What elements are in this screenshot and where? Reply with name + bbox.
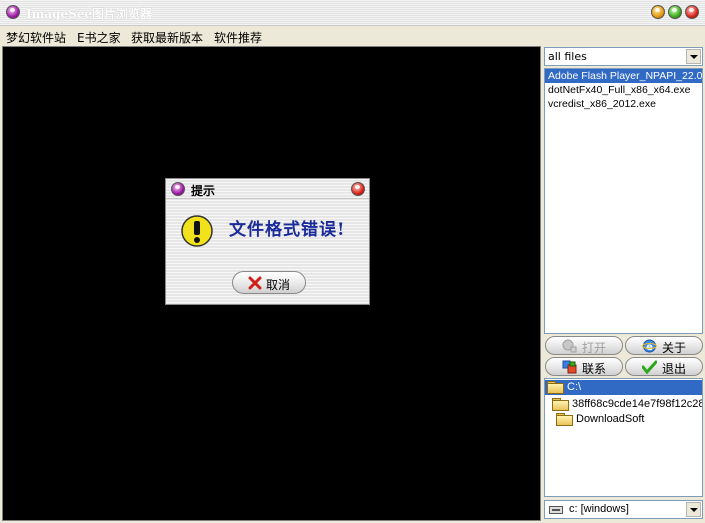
- exit-button[interactable]: 退出: [625, 357, 703, 376]
- folder-icon: [556, 413, 573, 427]
- menu-item-ebook[interactable]: E书之家: [77, 29, 121, 46]
- dialog-title-bar[interactable]: 提示: [166, 179, 369, 199]
- open-icon: [562, 339, 577, 353]
- drive-select[interactable]: c: [windows]: [544, 500, 703, 519]
- minimize-button[interactable]: [651, 5, 665, 19]
- drive-value: c: [windows]: [569, 503, 629, 515]
- close-button[interactable]: [685, 5, 699, 19]
- folder-open-icon: [552, 398, 569, 412]
- contact-button[interactable]: 联系: [545, 357, 623, 376]
- app-orb-icon[interactable]: [6, 5, 20, 19]
- menu-item-update[interactable]: 获取最新版本: [131, 29, 203, 46]
- list-item[interactable]: dotNetFx40_Full_x86_x64.exe: [545, 83, 702, 97]
- ie-globe-icon: e: [642, 339, 657, 353]
- tree-item-folder[interactable]: DownloadSoft: [556, 412, 645, 427]
- cancel-button[interactable]: 取消: [232, 271, 306, 294]
- about-button[interactable]: e 关于: [625, 336, 703, 355]
- open-button[interactable]: 打开: [545, 336, 623, 355]
- chevron-down-icon[interactable]: [686, 49, 701, 64]
- list-item[interactable]: Adobe Flash Player_NPAPI_22.0: [545, 69, 702, 83]
- dialog-orb-icon: [171, 182, 185, 196]
- directory-tree[interactable]: C:\ 38ff68c9cde14e7f98f12c28 DownloadSof…: [544, 378, 703, 497]
- folder-open-icon: [547, 381, 564, 395]
- error-dialog: 提示 文件格式错误! 取消: [165, 178, 370, 305]
- red-x-icon: [248, 276, 262, 290]
- menu-item-recommend[interactable]: 软件推荐: [214, 29, 262, 46]
- chevron-down-icon[interactable]: [686, 502, 701, 517]
- tree-item-folder[interactable]: 38ff68c9cde14e7f98f12c28: [552, 397, 702, 412]
- tree-item-root[interactable]: C:\: [545, 380, 702, 395]
- dialog-message: 文件格式错误!: [229, 220, 346, 240]
- green-check-icon: [642, 360, 657, 374]
- title-bar[interactable]: ImageSee图片浏览器: [0, 0, 705, 26]
- warning-icon: [181, 215, 213, 247]
- dialog-close-button[interactable]: [351, 182, 365, 196]
- file-filter-select[interactable]: all files: [544, 47, 703, 66]
- file-list[interactable]: Adobe Flash Player_NPAPI_22.0 dotNetFx40…: [544, 68, 703, 334]
- window-title: ImageSee图片浏览器: [26, 7, 153, 21]
- menu-item-site[interactable]: 梦幻软件站: [6, 29, 66, 46]
- menu-bar: 梦幻软件站 E书之家 获取最新版本 软件推荐: [0, 27, 705, 45]
- list-item[interactable]: vcredist_x86_2012.exe: [545, 97, 702, 111]
- file-filter-value: all files: [548, 50, 587, 63]
- contact-icon: [562, 360, 577, 374]
- maximize-button[interactable]: [668, 5, 682, 19]
- drive-icon: [549, 506, 563, 514]
- dialog-title: 提示: [191, 184, 216, 198]
